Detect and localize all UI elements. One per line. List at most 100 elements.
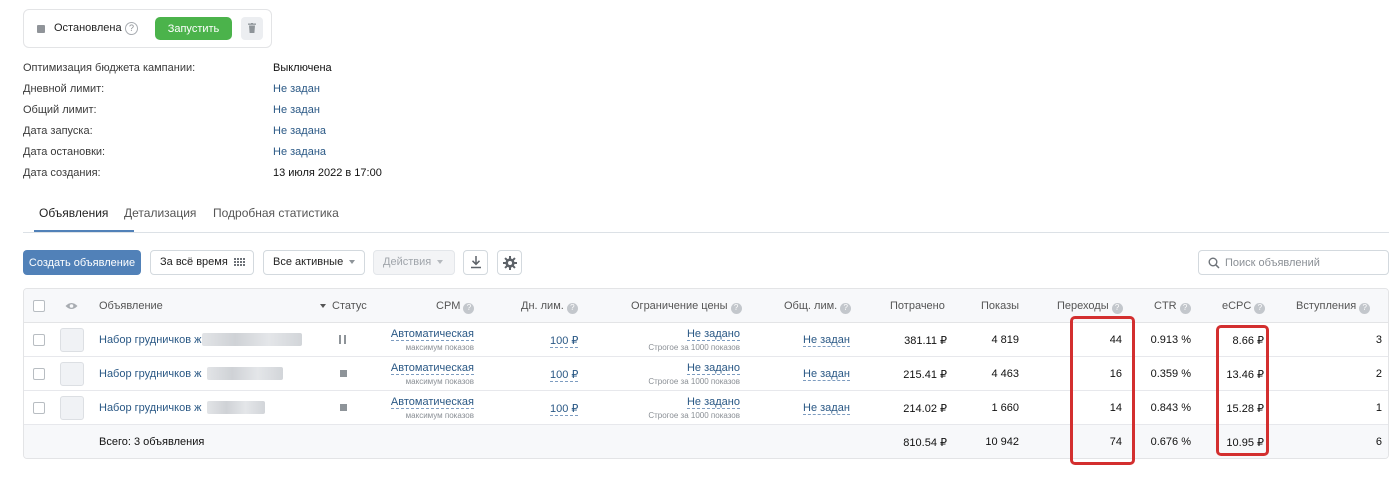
day-limit-value[interactable]: 100 ₽ xyxy=(550,402,579,416)
column-price-limit[interactable]: Ограничение цены? xyxy=(631,300,742,314)
redacted-text xyxy=(207,401,265,414)
total-limit-value[interactable]: Не задан xyxy=(803,402,850,415)
cpm-cell[interactable]: Автоматическая максимум показов xyxy=(354,357,474,391)
chevron-down-icon xyxy=(349,260,356,265)
help-icon[interactable]: ? xyxy=(1179,303,1191,314)
day-limit-link[interactable]: 100 ₽ xyxy=(550,335,579,348)
info-label: Дата остановки: xyxy=(23,146,106,158)
cpm-value[interactable]: Автоматическая xyxy=(390,396,474,409)
column-cpm[interactable]: CPM? xyxy=(436,300,475,314)
start-button[interactable]: Запустить xyxy=(155,17,232,40)
row-checkbox[interactable] xyxy=(33,334,45,346)
total-label: Всего: 3 объявления xyxy=(99,436,205,448)
ad-name-link[interactable]: Набор грудничков ж xyxy=(99,402,201,414)
day-limit-link[interactable]: Не задан xyxy=(273,83,320,95)
info-label: Оптимизация бюджета кампании: xyxy=(23,62,196,74)
price-limit-cell[interactable]: Не задано Строгое за 1000 показов xyxy=(624,323,740,357)
create-ad-button[interactable]: Создать объявление xyxy=(23,250,141,275)
tab-statistics[interactable]: Подробная статистика xyxy=(213,206,339,220)
column-joins[interactable]: Вступления? xyxy=(1296,300,1371,314)
row-checkbox[interactable] xyxy=(33,402,45,414)
total-limit-link[interactable]: Не задан xyxy=(273,104,320,116)
ad-thumbnail[interactable] xyxy=(60,396,84,420)
search-input[interactable] xyxy=(1225,255,1385,270)
row-checkbox[interactable] xyxy=(33,368,45,380)
delete-button[interactable] xyxy=(241,17,263,40)
start-date-link[interactable]: Не задана xyxy=(273,125,326,137)
day-limit-value[interactable]: 100 ₽ xyxy=(550,368,579,382)
calendar-grid-icon xyxy=(234,258,245,266)
day-limit-value[interactable]: 100 ₽ xyxy=(550,334,579,348)
ad-thumbnail[interactable] xyxy=(60,362,84,386)
total-limit-link[interactable]: Не задан xyxy=(803,368,850,381)
clicks-highlight-box xyxy=(1070,316,1135,465)
help-icon[interactable]: ? xyxy=(566,303,578,314)
period-label: За всё время xyxy=(160,256,228,268)
stop-icon[interactable] xyxy=(340,370,347,377)
column-ecpc-label: eCPC xyxy=(1222,300,1252,312)
trash-icon xyxy=(248,23,256,33)
price-limit-cell[interactable]: Не задано Строгое за 1000 показов xyxy=(624,391,740,425)
help-icon[interactable]: ? xyxy=(840,303,852,314)
joins-value: 1 xyxy=(1375,402,1382,414)
cpm-value[interactable]: Автоматическая xyxy=(390,328,474,341)
select-all-checkbox[interactable] xyxy=(33,300,45,312)
period-select[interactable]: За всё время xyxy=(150,250,254,275)
info-label: Дата запуска: xyxy=(23,125,93,137)
eye-icon[interactable] xyxy=(65,302,78,310)
column-impressions[interactable]: Показы xyxy=(981,300,1019,312)
info-label: Общий лимит: xyxy=(23,104,97,116)
ecpc-highlight-box xyxy=(1216,325,1269,456)
column-ctr[interactable]: CTR? xyxy=(1154,300,1191,314)
price-limit-value[interactable]: Не задано xyxy=(686,396,740,409)
total-limit-link[interactable]: Не задан xyxy=(803,402,850,415)
tab-ads[interactable]: Объявления xyxy=(39,206,108,220)
cpm-cell[interactable]: Автоматическая максимум показов xyxy=(354,323,474,357)
tab-details[interactable]: Детализация xyxy=(124,206,196,220)
column-clicks[interactable]: Переходы? xyxy=(1057,300,1123,314)
day-limit-link[interactable]: 100 ₽ xyxy=(550,403,579,416)
cpm-subtext: максимум показов xyxy=(405,411,474,420)
help-icon[interactable]: ? xyxy=(463,303,475,314)
day-limit-link[interactable]: 100 ₽ xyxy=(550,369,579,382)
column-joins-label: Вступления xyxy=(1296,300,1357,312)
actions-select[interactable]: Действия xyxy=(373,250,455,275)
help-icon[interactable]: ? xyxy=(1254,303,1266,314)
column-spent[interactable]: Потрачено xyxy=(890,300,945,312)
help-icon[interactable]: ? xyxy=(125,22,138,35)
cpm-value[interactable]: Автоматическая xyxy=(390,362,474,375)
campaign-status-text: Остановлена xyxy=(54,22,122,34)
total-limit-value[interactable]: Не задан xyxy=(803,334,850,347)
price-limit-value[interactable]: Не задано xyxy=(686,328,740,341)
cpm-cell[interactable]: Автоматическая максимум показов xyxy=(354,391,474,425)
ad-thumbnail[interactable] xyxy=(60,328,84,352)
active-tab-indicator xyxy=(34,230,134,232)
ad-name-link[interactable]: Набор грудничков ж xyxy=(99,368,201,380)
help-icon[interactable]: ? xyxy=(1359,303,1371,314)
total-limit-link[interactable]: Не задан xyxy=(803,334,850,347)
joins-value: 3 xyxy=(1375,334,1382,346)
column-ad[interactable]: Объявление xyxy=(99,300,163,312)
column-total-limit[interactable]: Общ. лим.? xyxy=(784,300,852,314)
total-limit-value[interactable]: Не задан xyxy=(803,368,850,381)
stop-icon[interactable] xyxy=(340,404,347,411)
column-status-label: Статус xyxy=(332,300,367,312)
status-stopped-icon xyxy=(37,25,45,33)
column-total-limit-label: Общ. лим. xyxy=(784,300,838,312)
settings-button[interactable] xyxy=(497,250,522,275)
sort-desc-icon xyxy=(320,304,326,309)
stop-date-link[interactable]: Не задана xyxy=(273,146,326,158)
download-button[interactable] xyxy=(463,250,488,275)
spent-value: 215.41 ₽ xyxy=(903,369,947,381)
ctr-value: 0.843 % xyxy=(1150,402,1191,414)
price-limit-value[interactable]: Не задано xyxy=(686,362,740,375)
help-icon[interactable]: ? xyxy=(730,303,742,314)
campaign-status-card: Остановлена ? Запустить xyxy=(23,9,272,48)
column-ecpc[interactable]: eCPC? xyxy=(1222,300,1266,314)
column-status[interactable]: Статус xyxy=(320,300,367,312)
price-limit-cell[interactable]: Не задано Строгое за 1000 показов xyxy=(624,357,740,391)
column-day-limit[interactable]: Дн. лим.? xyxy=(521,300,578,314)
pause-icon[interactable] xyxy=(339,335,347,344)
help-icon[interactable]: ? xyxy=(1111,303,1123,314)
filter-select[interactable]: Все активные xyxy=(263,250,365,275)
